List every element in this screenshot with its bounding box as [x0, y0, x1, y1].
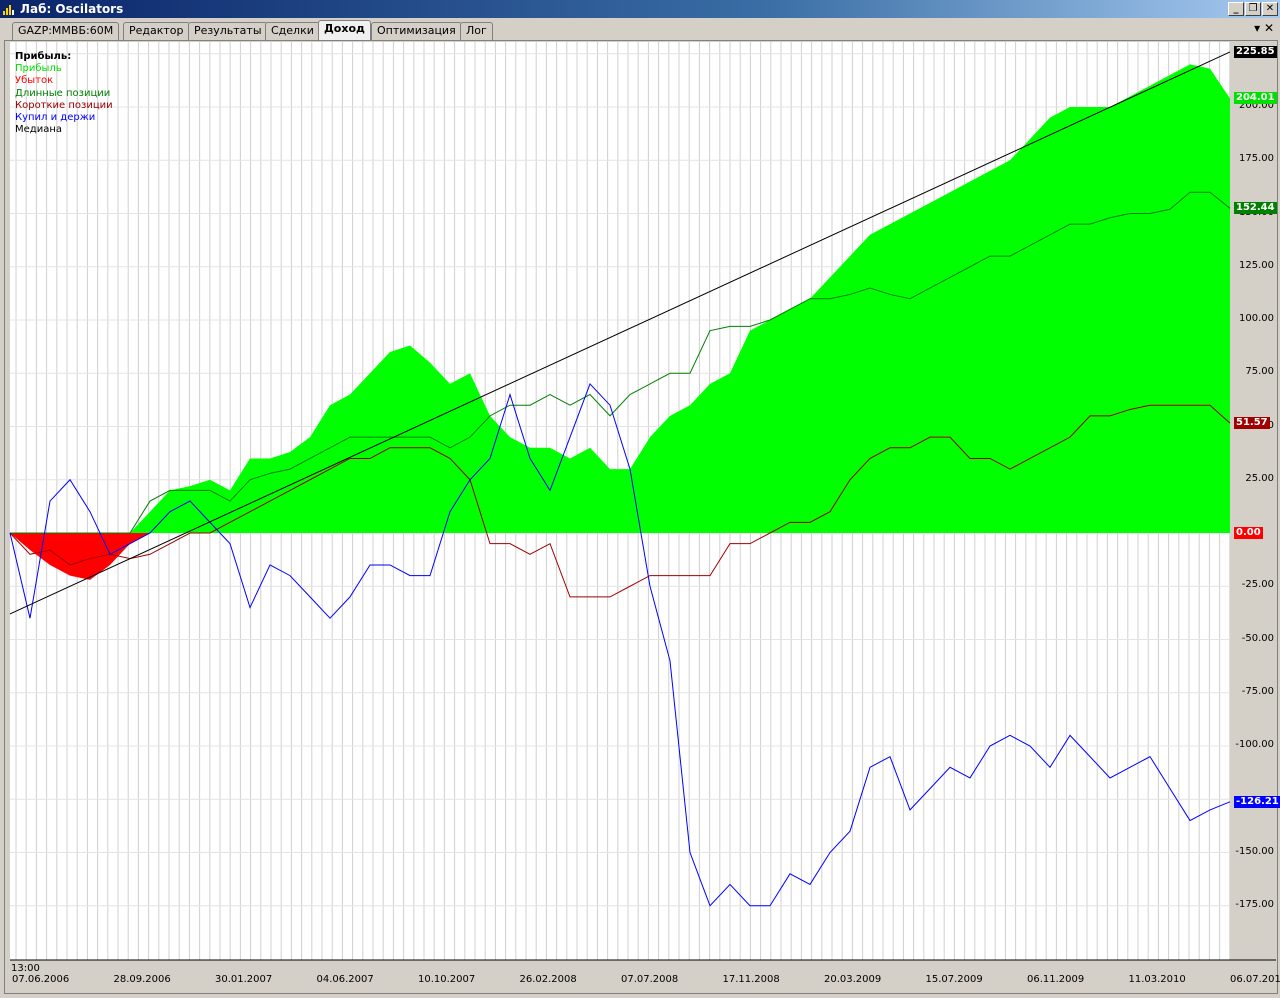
y-tick-label: 175.00: [1239, 153, 1274, 165]
y-axis-panel: [1230, 42, 1276, 960]
x-tick-label: 11.03.2010: [1128, 974, 1186, 985]
legend-profit: Прибыль: [15, 63, 62, 74]
x-tick-label: 15.07.2009: [925, 974, 983, 985]
x-tick-label: 07.07.2008: [621, 974, 679, 985]
x-tick-label: 26.02.2008: [519, 974, 577, 985]
x-tick-label: 20.03.2009: [824, 974, 882, 985]
x-tick-label: 04.06.2007: [316, 974, 374, 985]
legend-long: Длинные позиции: [15, 88, 111, 99]
x-tick-label: 07.06.2006: [12, 974, 70, 985]
last-value-tag: 152.44: [1234, 202, 1277, 215]
x-tick-label: 28.09.2006: [113, 974, 171, 985]
legend-buyhold: Купил и держи: [15, 112, 96, 123]
x-tick-label: 06.11.2009: [1027, 974, 1085, 985]
x-tick-label: 10.10.2007: [418, 974, 476, 985]
y-tick-label: 125.00: [1239, 259, 1274, 271]
y-tick-label: -50.00: [1241, 632, 1274, 644]
last-value-tag: 204.01: [1234, 92, 1277, 105]
y-tick-label: -75.00: [1241, 685, 1274, 697]
y-tick-label: 100.00: [1239, 313, 1274, 324]
x-tick-label: 06.07.2010: [1230, 974, 1280, 985]
y-tick-label: -150.00: [1235, 845, 1274, 857]
x-tick-label: 30.01.2007: [215, 974, 273, 985]
last-value-tag: 225.85: [1234, 45, 1277, 58]
y-tick-label: -100.00: [1235, 739, 1274, 750]
legend-loss: Убыток: [15, 75, 54, 86]
legend-title: Прибыль:: [15, 51, 72, 62]
y-tick-label: 75.00: [1245, 366, 1274, 378]
last-value-tag: 0.00: [1234, 527, 1263, 539]
last-value-tag: 51.57: [1234, 417, 1270, 430]
income-chart[interactable]: [0, 0, 1280, 998]
last-value-tag: -126.21: [1234, 795, 1280, 808]
x-tick-label: 17.11.2008: [722, 974, 780, 985]
x-time-label: 13:00: [11, 963, 40, 974]
y-tick-label: -175.00: [1235, 898, 1274, 910]
legend-median: Медиана: [15, 124, 62, 135]
y-tick-label: -25.00: [1241, 579, 1274, 591]
legend-short: Короткие позиции: [15, 100, 113, 111]
y-tick-label: 25.00: [1245, 472, 1274, 484]
